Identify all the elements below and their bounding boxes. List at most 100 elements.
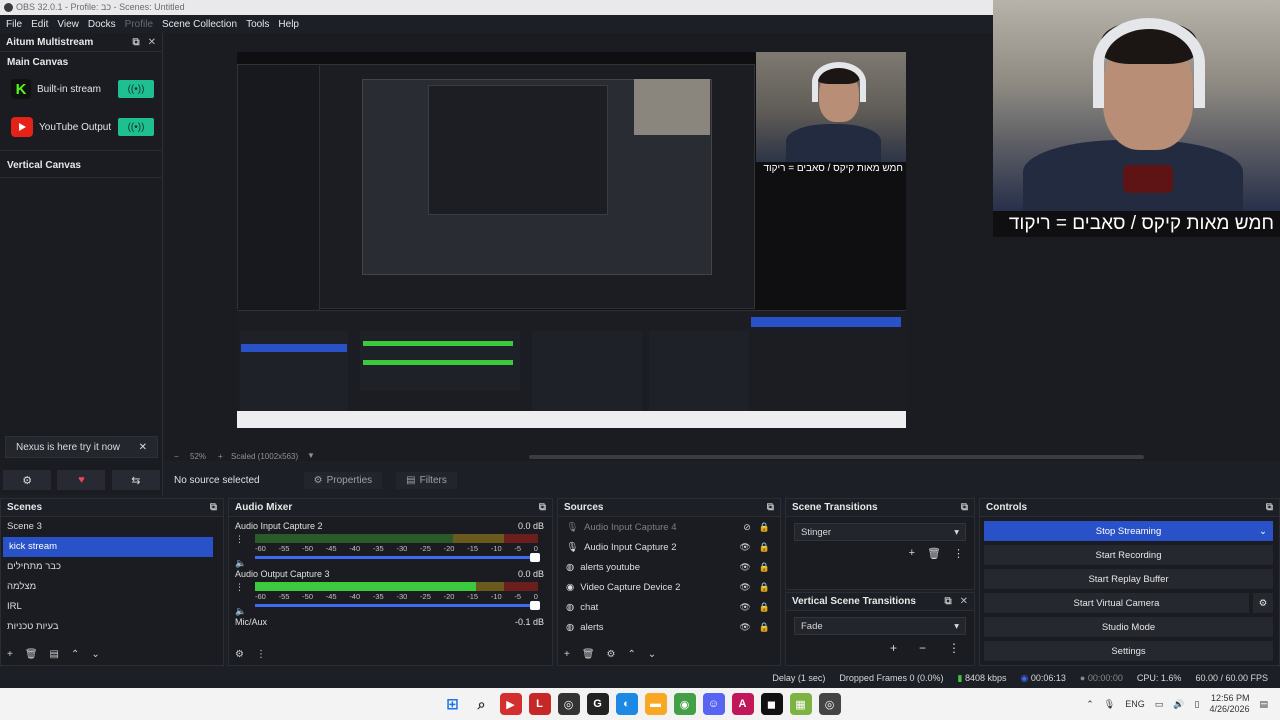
vertical-transition-select[interactable]: Fade ▾ <box>794 617 966 635</box>
undock-icon[interactable]: ⧉ <box>767 502 774 513</box>
kebab-menu-icon[interactable]: ⋮ <box>953 547 964 560</box>
menu-docks[interactable]: Docks <box>85 19 122 30</box>
volume-slider[interactable] <box>255 553 540 562</box>
volume-slider[interactable] <box>255 601 540 610</box>
menu-tools[interactable]: Tools <box>243 19 275 30</box>
scene-item[interactable]: IRL <box>1 597 223 617</box>
scene-item[interactable]: כבר מתחילים <box>1 557 223 577</box>
transition-select[interactable]: Stinger ▾ <box>794 523 966 541</box>
eye-icon[interactable]: 👁 <box>739 602 750 613</box>
chevron-up-icon[interactable]: ⌃ <box>628 649 636 660</box>
eye-icon[interactable]: 👁 <box>739 582 750 593</box>
menu-profile[interactable]: Profile <box>122 19 159 30</box>
lock-icon[interactable]: 🔒 <box>759 522 770 533</box>
heart-icon[interactable]: ♥ <box>57 470 106 490</box>
gear-icon[interactable]: ⚙ <box>3 470 52 490</box>
menu-scene-collection[interactable]: Scene Collection <box>159 19 243 30</box>
eye-icon[interactable]: 👁 <box>739 622 750 633</box>
gear-icon[interactable]: ⚙ <box>235 649 244 660</box>
app-icon[interactable]: ◎ <box>557 693 580 715</box>
undock-icon[interactable]: ⧉ <box>210 502 217 513</box>
notification-icon[interactable]: ▤ <box>1259 699 1268 710</box>
close-icon[interactable]: ✕ <box>960 596 968 607</box>
app-icon[interactable]: ▶ <box>499 693 522 715</box>
nexus-notice[interactable]: Nexus is here try it now ✕ <box>5 436 158 458</box>
windows-start-icon[interactable]: ⊞ <box>442 693 464 715</box>
undock-icon[interactable]: ⧉ <box>944 596 951 607</box>
chevron-down-icon[interactable]: ⌄ <box>1259 526 1267 537</box>
menu-help[interactable]: Help <box>275 19 305 30</box>
chevron-up-icon[interactable]: ⌃ <box>1086 699 1094 710</box>
eye-slash-icon[interactable]: ⊘ <box>743 522 751 533</box>
chrome-icon[interactable]: ◉ <box>673 693 696 715</box>
lock-icon[interactable]: 🔒 <box>759 562 770 573</box>
properties-button[interactable]: ⚙ Properties <box>303 471 383 489</box>
gear-icon[interactable]: ⚙ <box>1253 593 1273 613</box>
battery-icon[interactable]: ▯ <box>1194 699 1199 710</box>
volume-icon[interactable]: 🔊 <box>1173 699 1184 710</box>
menu-edit[interactable]: Edit <box>28 19 54 30</box>
studio-mode-button[interactable]: Studio Mode <box>984 617 1273 637</box>
start-virtual-camera-button[interactable]: Start Virtual Camera <box>984 593 1249 613</box>
sync-icon[interactable]: ⇆ <box>111 470 160 490</box>
app-icon[interactable]: ▦ <box>789 693 812 715</box>
app-icon[interactable]: L <box>528 693 551 715</box>
browser-icon[interactable]: ◐ <box>615 693 638 715</box>
clock[interactable]: 12:56 PM 4/26/2026 <box>1209 693 1249 715</box>
undock-icon[interactable]: ⧉ <box>132 37 139 48</box>
chevron-down-icon[interactable]: ⌄ <box>648 649 656 660</box>
stop-streaming-button[interactable]: Stop Streaming ⌄ <box>984 521 1273 541</box>
source-item[interactable]: ◍ alerts youtube 👁 🔒 <box>558 557 780 577</box>
scene-item[interactable]: מצלמה <box>1 577 223 597</box>
kebab-menu-icon[interactable]: ⋮ <box>235 582 244 593</box>
chevron-up-icon[interactable]: ⌃ <box>71 649 79 660</box>
filter-icon[interactable]: ▤ <box>50 649 59 660</box>
undock-icon[interactable]: ⧉ <box>1266 502 1273 513</box>
scene-item[interactable]: בעיות טכניות <box>1 617 223 637</box>
scene-item[interactable]: Scene 3 <box>1 517 223 537</box>
discord-icon[interactable]: ☺ <box>702 693 725 715</box>
app-icon[interactable]: ◼ <box>760 693 783 715</box>
zoom-out-icon[interactable]: − <box>174 452 179 461</box>
add-icon[interactable]: + <box>909 547 915 560</box>
trash-icon[interactable]: 🗑 <box>927 547 941 560</box>
menu-view[interactable]: View <box>54 19 85 30</box>
gear-icon[interactable]: ⚙ <box>607 649 616 660</box>
start-recording-button[interactable]: Start Recording <box>984 545 1273 565</box>
scene-item-selected[interactable]: kick stream <box>3 537 213 557</box>
source-item[interactable]: ◉ Video Capture Device 2 👁 🔒 <box>558 577 780 597</box>
chevron-down-icon[interactable]: ▼ <box>307 451 315 460</box>
source-item[interactable]: 🎙 Audio Input Capture 2 👁 🔒 <box>558 537 780 557</box>
close-icon[interactable]: ✕ <box>148 37 156 48</box>
app-icon[interactable]: G <box>586 693 609 715</box>
trash-icon[interactable]: 🗑 <box>582 649 595 660</box>
app-icon[interactable]: A <box>731 693 754 715</box>
preview-scrollbar[interactable] <box>529 455 1144 459</box>
source-item[interactable]: 🎙 Audio Input Capture 4 ⊘ 🔒 <box>558 517 780 537</box>
kick-live-toggle[interactable]: ((•)) <box>118 80 154 98</box>
kebab-menu-icon[interactable]: ⋮ <box>235 534 244 545</box>
folder-icon[interactable]: ▬ <box>644 693 667 715</box>
add-icon[interactable]: + <box>564 649 570 660</box>
start-replay-buffer-button[interactable]: Start Replay Buffer <box>984 569 1273 589</box>
minus-icon[interactable]: − <box>919 641 926 655</box>
search-icon[interactable]: ⌕ <box>471 693 493 715</box>
kebab-menu-icon[interactable]: ⋮ <box>948 641 960 655</box>
add-icon[interactable]: + <box>890 641 897 655</box>
language-indicator[interactable]: ENG <box>1125 699 1145 709</box>
trash-icon[interactable]: 🗑 <box>25 649 38 660</box>
chevron-down-icon[interactable]: ⌄ <box>91 649 99 660</box>
lock-icon[interactable]: 🔒 <box>759 542 770 553</box>
lock-icon[interactable]: 🔒 <box>759 602 770 613</box>
source-item[interactable]: ◍ alerts 👁 🔒 <box>558 617 780 637</box>
source-item[interactable]: ◍ chat 👁 🔒 <box>558 597 780 617</box>
mic-icon[interactable]: 🎙 <box>1104 699 1115 710</box>
menu-file[interactable]: File <box>3 19 28 30</box>
add-icon[interactable]: + <box>7 649 13 660</box>
undock-icon[interactable]: ⧉ <box>961 502 968 513</box>
eye-icon[interactable]: 👁 <box>739 542 750 553</box>
network-icon[interactable]: ▭ <box>1155 699 1164 710</box>
eye-icon[interactable]: 👁 <box>739 562 750 573</box>
lock-icon[interactable]: 🔒 <box>759 582 770 593</box>
close-icon[interactable]: ✕ <box>139 442 147 453</box>
